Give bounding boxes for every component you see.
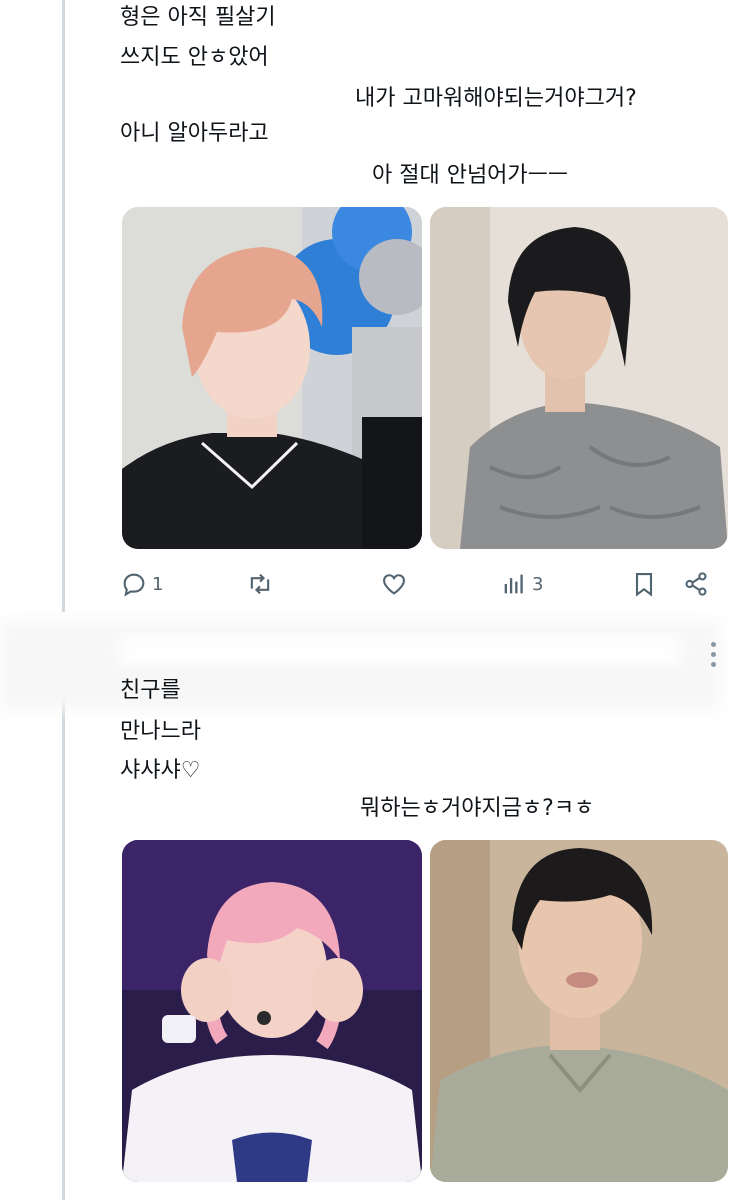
dark-hair-boy-closeup-photo[interactable]	[430, 840, 728, 1182]
redacted-profile-area	[0, 610, 753, 720]
views-button[interactable]: 3	[500, 566, 543, 602]
bookmark-button[interactable]	[630, 566, 658, 602]
pink-hair-performer-photo[interactable]	[122, 840, 422, 1182]
thread-line-top	[62, 0, 65, 612]
more-options-icon[interactable]	[708, 642, 718, 672]
tweet1-line-3: 내가 고마워해야되는거야그거?	[355, 86, 637, 111]
heart-icon	[383, 574, 405, 595]
reply-count: 1	[152, 573, 164, 595]
tweet1-line-4: 아니 알아두라고	[120, 121, 269, 146]
tweet1-line-2: 쓰지도 안ㅎ았어	[120, 45, 269, 70]
dark-hair-boy-photo[interactable]	[430, 207, 728, 549]
tweet1-action-bar: 1 3	[120, 566, 720, 606]
share-button[interactable]	[682, 566, 710, 602]
reply-button[interactable]: 1	[120, 566, 163, 602]
tweet2-line-1: 친구를	[120, 678, 181, 703]
retweet-button[interactable]	[246, 566, 278, 602]
bookmark-icon	[635, 573, 653, 597]
thread-line-bottom	[62, 690, 65, 1200]
share-icon	[685, 572, 707, 596]
tweet2-line-2: 만나느라	[120, 719, 201, 744]
views-count: 3	[532, 573, 544, 595]
reply-icon	[123, 573, 145, 597]
tweet1-line-5: 아 절대 안넘어가ㅡㅡ	[372, 163, 569, 188]
pink-hair-boy-photo[interactable]	[122, 207, 422, 549]
tweet2-line-4: 뭐하는ㅎ거야지금ㅎ?ㅋㅎ	[360, 796, 595, 821]
like-button[interactable]	[380, 566, 412, 602]
tweet1-line-1: 형은 아직 필살기	[120, 5, 276, 30]
tweet2-line-3: 샤샤샤♡	[120, 758, 201, 783]
analytics-icon	[504, 574, 523, 594]
retweet-icon	[250, 573, 270, 595]
